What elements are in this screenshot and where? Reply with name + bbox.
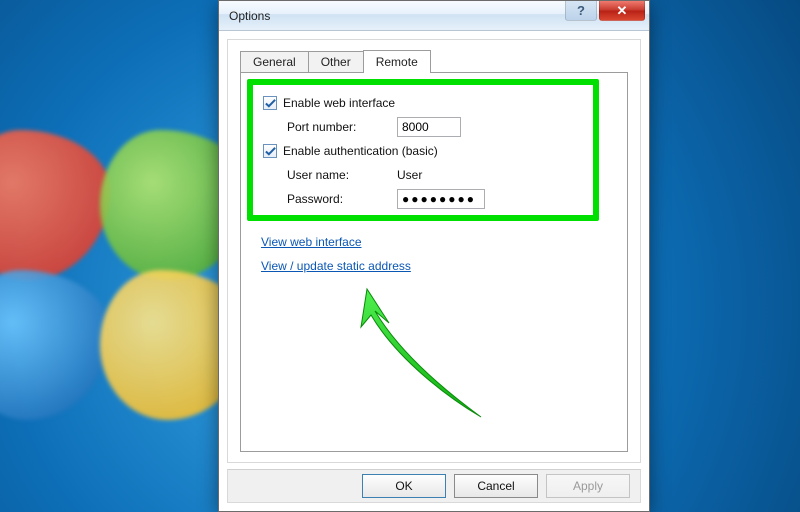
options-dialog: Options ? ✕ General Other Remote — [218, 0, 650, 512]
view-web-interface-link[interactable]: View web interface — [261, 235, 362, 249]
password-label: Password: — [287, 192, 397, 206]
check-icon — [265, 146, 276, 157]
close-icon: ✕ — [617, 4, 628, 17]
tab-strip: General Other Remote — [240, 50, 430, 73]
desktop-background: Options ? ✕ General Other Remote — [0, 0, 800, 512]
dialog-client-area: General Other Remote Enable web interfac… — [227, 39, 641, 463]
check-icon — [265, 98, 276, 109]
port-label: Port number: — [287, 120, 397, 134]
tab-remote[interactable]: Remote — [363, 50, 431, 73]
ok-button[interactable]: OK — [362, 474, 446, 498]
view-update-static-address-link[interactable]: View / update static address — [261, 259, 411, 273]
enable-web-label: Enable web interface — [283, 96, 395, 110]
tab-general[interactable]: General — [240, 51, 309, 73]
close-button[interactable]: ✕ — [599, 1, 645, 21]
password-input[interactable] — [397, 189, 485, 209]
help-icon: ? — [577, 4, 585, 17]
port-input[interactable] — [397, 117, 461, 137]
highlight-box: Enable web interface Port number: Enable… — [247, 79, 599, 221]
enable-auth-checkbox[interactable] — [263, 144, 277, 158]
cancel-button[interactable]: Cancel — [454, 474, 538, 498]
dialog-button-bar: OK Cancel Apply — [227, 469, 641, 503]
window-title: Options — [229, 9, 270, 23]
help-button[interactable]: ? — [565, 1, 597, 21]
tab-other[interactable]: Other — [308, 51, 364, 73]
annotation-arrow-icon — [331, 285, 501, 425]
titlebar[interactable]: Options ? ✕ — [219, 1, 649, 31]
tab-page-remote: Enable web interface Port number: Enable… — [240, 72, 628, 452]
username-value: User — [397, 168, 422, 182]
apply-button[interactable]: Apply — [546, 474, 630, 498]
enable-auth-label: Enable authentication (basic) — [283, 144, 438, 158]
username-label: User name: — [287, 168, 397, 182]
enable-web-checkbox[interactable] — [263, 96, 277, 110]
